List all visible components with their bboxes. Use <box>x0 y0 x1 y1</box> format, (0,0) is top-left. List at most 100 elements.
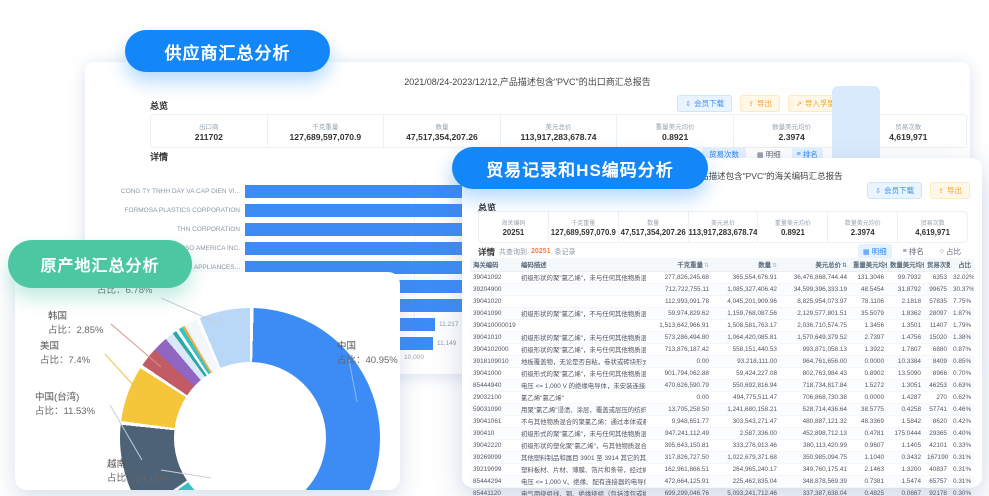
table-row: 39041020112,993,091.784,045,201,909.968,… <box>470 296 974 308</box>
action-button-export[interactable]: ⇪导出 <box>740 95 780 112</box>
hs-detail-label: 详情 <box>478 246 495 258</box>
stat-label: 重量美元均价 <box>656 121 695 131</box>
stat-label: 数量美元均价 <box>845 218 881 227</box>
stat-value: 127,689,597,070.9 <box>290 132 362 142</box>
supplier-detail-label: 详情 <box>150 150 168 163</box>
numeric-cell: 131.3046 <box>850 272 887 284</box>
hs-code-cell: 390410 <box>470 428 518 440</box>
stat-value: 2.3974 <box>779 132 805 142</box>
description-cell: 初级形式的聚"氯乙烯"，未与任何其他物质混合 + 未进行进一步加工 + <box>518 368 646 380</box>
numeric-cell: 0.85% <box>950 356 974 368</box>
numeric-cell: 1.3051 <box>887 380 924 392</box>
numeric-cell: 472,664,125.91 <box>646 476 712 488</box>
column-header[interactable]: 千克重量⇅ <box>646 258 712 272</box>
stat-cell: 重量美元均价0.8921 <box>617 115 734 147</box>
button-label: 导出 <box>757 98 772 109</box>
table-row: 39041000初级形式的聚"氯乙烯"，未与任何其他物质混合 + 未进行进一步加… <box>470 368 974 380</box>
numeric-cell: 13.5090 <box>887 368 924 380</box>
callout-country: 中国 <box>337 340 398 354</box>
action-button-member-download[interactable]: ⇩会员下载 <box>867 182 922 199</box>
table-row: 3918109010地板覆盖物，无论是否自粘，卷状或砖块形式，以及墙壁或天花板覆… <box>470 356 974 368</box>
numeric-cell: 5,093,241,712.46 <box>712 488 780 496</box>
action-button-export[interactable]: ⇪导出 <box>930 182 970 199</box>
numeric-cell: 34,599,396,333.19 <box>780 284 850 296</box>
view-toggle-占比[interactable]: ○占比 <box>935 244 966 259</box>
stat-label: 海关编码 <box>501 218 525 227</box>
download-icon: ⇩ <box>875 187 881 195</box>
numeric-cell: 712,722,755.11 <box>646 284 712 296</box>
numeric-cell: 0.70% <box>950 368 974 380</box>
stat-cell: 贸易次数4,619,971 <box>898 212 967 242</box>
hs-code-cell: 39042220 <box>470 440 518 452</box>
stat-value: 113,917,283,678.74 <box>521 132 597 142</box>
description-cell: 塑料板材、片材、薄膜、箔片和条带，经过蜂窝化、增强、层压或与其他… <box>518 464 646 476</box>
numeric-cell: 901,794,062.88 <box>646 368 712 380</box>
donut-callout: 韩国占比：2.85% <box>48 310 103 338</box>
numeric-cell: 167190 <box>924 452 950 464</box>
hs-code-cell: 85444940 <box>470 380 518 392</box>
button-label: 会员下载 <box>694 98 724 109</box>
numeric-cell: 470,626,590.79 <box>646 380 712 392</box>
bar-value-label: 11,217 <box>439 321 458 328</box>
hs-code-cell: 3904102000 <box>470 344 518 356</box>
view-toggle-label: 占比 <box>946 246 961 257</box>
hs-code-cell: 39041061 <box>470 416 518 428</box>
stat-label: 千克重量 <box>312 121 338 131</box>
numeric-cell: 1.5474 <box>887 476 924 488</box>
numeric-cell: 0.0667 <box>887 488 924 496</box>
numeric-cell: 99675 <box>924 284 950 296</box>
table-row: 85444940电压 <= 1,000 V 的绝缘电导体，未安装连接器，其他电缆… <box>470 380 974 392</box>
description-cell: 用聚"氯乙烯"浸渍、涂层、覆盖或层压的纺织织物（不包括用聚"氯乙… <box>518 404 646 416</box>
numeric-cell: 1.4287 <box>887 392 924 404</box>
numeric-cell: 0.46% <box>950 404 974 416</box>
stat-label: 数量美元均价 <box>772 121 811 131</box>
view-toggle-明细[interactable]: ▦明细 <box>858 244 892 259</box>
hs-code-cell: 39041092 <box>470 272 518 284</box>
stat-cell: 数量47,517,354,207.26 <box>619 212 689 242</box>
hs-code-cell: 39041020 <box>470 296 518 308</box>
column-header[interactable]: 数量⇅ <box>712 258 780 272</box>
column-header[interactable]: 美元总价⇅ <box>780 258 850 272</box>
hs-code-cell: 59031090 <box>470 404 518 416</box>
numeric-cell: 699,299,046.76 <box>646 488 712 496</box>
stat-label: 数量 <box>435 121 448 131</box>
action-button-member-download[interactable]: ⇩会员下载 <box>677 95 732 112</box>
view-toggle-排名[interactable]: ≡排名 <box>898 244 929 259</box>
stat-cell: 数量美元均价2.3974 <box>828 212 898 242</box>
numeric-cell: 2.7397 <box>850 332 887 344</box>
column-header[interactable]: 贸易次数⇅ <box>924 258 950 272</box>
numeric-cell: 6353 <box>924 272 950 284</box>
numeric-cell: 8966 <box>924 368 950 380</box>
hs-code-summary-panel: 2021/08/24-2023/12/12,产品描述包含"PVC"的海关编码汇总… <box>462 158 982 487</box>
table-row: 39041090初级形状的聚"氯乙烯"，不与任何其他物质混合：其他等（氯乙烯）…… <box>470 308 974 320</box>
numeric-cell: 550,692,816.94 <box>712 380 780 392</box>
numeric-cell: 0.3432 <box>887 452 924 464</box>
donut-callout: 中国(台湾)占比：11.53% <box>35 391 95 419</box>
column-header-label: 数量 <box>758 262 771 269</box>
download-icon: ⇩ <box>685 100 691 108</box>
stat-cell: 美元总价113,917,283,678.74 <box>689 212 759 242</box>
numeric-cell: 452,898,712.13 <box>780 428 850 440</box>
numeric-cell: 1.5272 <box>850 380 887 392</box>
numeric-cell: 0.31% <box>950 464 974 476</box>
numeric-cell: 32.02% <box>950 272 974 284</box>
column-header: 数量美元均价 <box>887 258 924 272</box>
stat-value: 2.3974 <box>851 228 875 237</box>
numeric-cell: 1.3456 <box>850 320 887 332</box>
button-label: 导出 <box>947 185 962 196</box>
numeric-cell: 2.1463 <box>850 464 887 476</box>
numeric-cell: 48.3369 <box>850 416 887 428</box>
description-cell: 初级形状的塑化聚"氯乙烯"，与其他物质混合：颗粒 <box>518 440 646 452</box>
stat-value: 127,689,597,070.9 <box>551 228 616 237</box>
numeric-cell: 1.87% <box>950 308 974 320</box>
description-cell: 其他塑料制品和属目 3901 至 3914 其它的其他材料制品（不包括 9619… <box>518 452 646 464</box>
numeric-cell: 57741 <box>924 404 950 416</box>
result-count-prefix: 共查询到 <box>499 247 527 257</box>
bar-category-label: CONG TY TNHH DAY VA CAP DIEN VI... <box>90 188 240 195</box>
numeric-cell: 380,113,420.99 <box>780 440 850 452</box>
hs-code-cell: 85441120 <box>470 488 518 496</box>
origin-summary-panel: 占比：6.78%韩国占比：2.85%美国占比：7.4%中国(台湾)占比：11.5… <box>15 272 400 490</box>
numeric-cell: 225,462,835.04 <box>712 476 780 488</box>
numeric-cell: 11407 <box>924 320 950 332</box>
export-icon: ⇪ <box>938 187 944 195</box>
